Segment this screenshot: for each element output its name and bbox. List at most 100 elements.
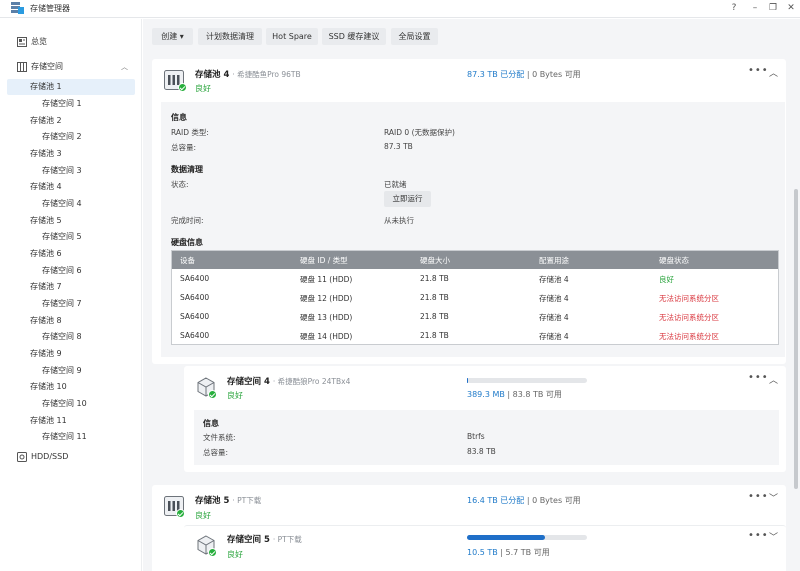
nav-volume-11[interactable]: 存储空间 11 xyxy=(0,429,142,445)
nav-pool-6[interactable]: 存储池 6 xyxy=(0,246,142,262)
run-now-button[interactable]: 立即运行 xyxy=(384,191,431,207)
nav-volume-7[interactable]: 存储空间 7 xyxy=(0,296,142,312)
global-settings-button[interactable]: 全局设置 xyxy=(391,28,438,45)
usage-bar-fill xyxy=(467,535,545,540)
pool-allocation: 16.4 TB 已分配 | 0 Bytes 可用 xyxy=(467,496,581,505)
more-icon[interactable]: ••• xyxy=(748,65,769,76)
more-icon[interactable]: ••• xyxy=(748,491,769,502)
hdd-icon xyxy=(17,452,27,462)
cell-status: 无法访问系统分区 xyxy=(659,313,719,322)
capacity-label: 总容量: xyxy=(203,448,229,457)
th-disk-size[interactable]: 硬盘大小 xyxy=(420,255,450,266)
nav-label: 存储池 1 xyxy=(30,82,62,91)
th-usage[interactable]: 配置用途 xyxy=(539,255,569,266)
nav-label: 存储空间 11 xyxy=(42,432,87,441)
nav-volume-8[interactable]: 存储空间 8 xyxy=(0,329,142,345)
nav-label: 存储池 7 xyxy=(30,282,62,291)
chevron-up-icon[interactable]: ︿ xyxy=(121,59,128,75)
nav-volume-5[interactable]: 存储空间 5 xyxy=(0,229,142,245)
nav-overview-label: 总览 xyxy=(31,37,47,46)
title-bar: 存储管理器 ? – ❐ ✕ xyxy=(0,0,800,18)
overview-icon xyxy=(17,37,27,47)
usage-bar xyxy=(467,535,587,540)
nav-pool-2[interactable]: 存储池 2 xyxy=(0,113,142,129)
table-row[interactable]: SA6400 硬盘 14 (HDD) 21.8 TB 存储池 4 无法访问系统分… xyxy=(172,326,778,345)
table-row[interactable]: SA6400 硬盘 11 (HDD) 21.8 TB 存储池 4 良好 xyxy=(172,269,778,288)
close-button[interactable]: ✕ xyxy=(785,2,797,14)
pool-info-area: 信息 RAID 类型: RAID 0 (无数据保护) 总容量: 87.3 TB … xyxy=(161,102,785,357)
nav-pool-11[interactable]: 存储池 11 xyxy=(0,413,142,429)
volume-status: 良好 xyxy=(227,391,243,400)
nav-volume-1[interactable]: 存储空间 1 xyxy=(0,96,142,112)
minimize-button[interactable]: – xyxy=(749,2,761,14)
cell-size: 21.8 TB xyxy=(420,312,449,321)
scrub-heading: 数据清理 xyxy=(171,165,203,174)
nav-pool-7[interactable]: 存储池 7 xyxy=(0,279,142,295)
nav-pool-8[interactable]: 存储池 8 xyxy=(0,313,142,329)
nav-pool-4[interactable]: 存储池 4 xyxy=(0,179,142,195)
nav-label: 存储空间 3 xyxy=(42,166,82,175)
capacity-value: 83.8 TB xyxy=(467,447,496,456)
disk-table: 设备 硬盘 ID / 类型 硬盘大小 配置用途 硬盘状态 SA6400 硬盘 1… xyxy=(171,250,779,345)
volume-card: 存储空间 5 · PT下载 良好 10.5 TB | 5.7 TB 可用 •••… xyxy=(184,525,786,571)
table-row[interactable]: SA6400 硬盘 12 (HDD) 21.8 TB 存储池 4 无法访问系统分… xyxy=(172,288,778,307)
nav-pool-1[interactable]: 存储池 1 xyxy=(7,79,135,95)
nav-label: 存储空间 7 xyxy=(42,299,82,308)
scrollbar[interactable] xyxy=(794,189,798,489)
more-icon[interactable]: ••• xyxy=(748,372,769,383)
nav-pool-3[interactable]: 存储池 3 xyxy=(0,146,142,162)
nav-pool-10[interactable]: 存储池 10 xyxy=(0,379,142,395)
scrub-state-value: 已就绪 xyxy=(384,180,407,189)
nav-volume-9[interactable]: 存储空间 9 xyxy=(0,363,142,379)
cell-usage: 存储池 4 xyxy=(539,332,569,341)
nav-hdd-ssd[interactable]: HDD/SSD xyxy=(0,449,142,465)
nav-storage-space-label: 存储空间 xyxy=(31,62,63,71)
chevron-up-icon[interactable]: ︿ xyxy=(769,66,778,79)
volume-name: 存储空间 4 · 希捷酷狼Pro 24TBx4 xyxy=(227,377,351,387)
chevron-down-icon[interactable]: ﹀ xyxy=(769,530,778,543)
more-icon[interactable]: ••• xyxy=(748,530,769,541)
th-status[interactable]: 硬盘状态 xyxy=(659,255,689,266)
th-device[interactable]: 设备 xyxy=(180,255,195,266)
th-disk-id[interactable]: 硬盘 ID / 类型 xyxy=(300,255,348,266)
hot-spare-button[interactable]: Hot Spare xyxy=(266,28,318,45)
nav-overview[interactable]: 总览 xyxy=(0,34,142,50)
fs-label: 文件系统: xyxy=(203,433,236,442)
nav-label: 存储池 5 xyxy=(30,216,62,225)
pool-status: 良好 xyxy=(195,511,211,520)
nav-volume-3[interactable]: 存储空间 3 xyxy=(0,163,142,179)
nav-pool-5[interactable]: 存储池 5 xyxy=(0,213,142,229)
scrub-state-label: 状态: xyxy=(171,180,189,189)
table-row[interactable]: SA6400 硬盘 13 (HDD) 21.8 TB 存储池 4 无法访问系统分… xyxy=(172,307,778,326)
chevron-up-icon[interactable]: ︿ xyxy=(769,373,778,386)
main-panel: 创建 ▾ 计划数据清理 Hot Spare SSD 缓存建议 全局设置 存储池 … xyxy=(143,19,800,571)
nav-label: 存储空间 5 xyxy=(42,232,82,241)
nav-label: 存储空间 4 xyxy=(42,199,82,208)
completed-value: 从未执行 xyxy=(384,216,414,225)
pool-card: 存储池 5 · PT下载 良好 16.4 TB 已分配 | 0 Bytes 可用… xyxy=(152,485,786,571)
nav-volume-6[interactable]: 存储空间 6 xyxy=(0,263,142,279)
cell-status: 无法访问系统分区 xyxy=(659,294,719,303)
create-button[interactable]: 创建 ▾ xyxy=(152,28,193,45)
nav-label: 存储空间 8 xyxy=(42,332,82,341)
nav-volume-4[interactable]: 存储空间 4 xyxy=(0,196,142,212)
disk-info-heading: 硬盘信息 xyxy=(171,238,203,247)
ssd-cache-button[interactable]: SSD 缓存建议 xyxy=(322,28,386,45)
nav-pool-9[interactable]: 存储池 9 xyxy=(0,346,142,362)
scrub-schedule-button[interactable]: 计划数据清理 xyxy=(198,28,262,45)
cell-status: 无法访问系统分区 xyxy=(659,332,719,341)
usage-bar xyxy=(467,378,587,383)
nav-volume-2[interactable]: 存储空间 2 xyxy=(0,129,142,145)
ok-check-icon xyxy=(178,83,187,92)
help-button[interactable]: ? xyxy=(728,2,740,14)
cell-size: 21.8 TB xyxy=(420,274,449,283)
cell-device: SA6400 xyxy=(180,331,210,340)
nav-volume-10[interactable]: 存储空间 10 xyxy=(0,396,142,412)
volume-info-area: 信息 文件系统: Btrfs 总容量: 83.8 TB xyxy=(194,410,779,465)
table-header: 设备 硬盘 ID / 类型 硬盘大小 配置用途 硬盘状态 xyxy=(172,251,778,269)
nav-label: 存储池 8 xyxy=(30,316,62,325)
nav-label: 存储池 10 xyxy=(30,382,67,391)
nav-storage-space[interactable]: 存储空间 ︿ xyxy=(0,59,142,75)
restore-button[interactable]: ❐ xyxy=(767,2,779,14)
chevron-down-icon[interactable]: ﹀ xyxy=(769,491,778,504)
